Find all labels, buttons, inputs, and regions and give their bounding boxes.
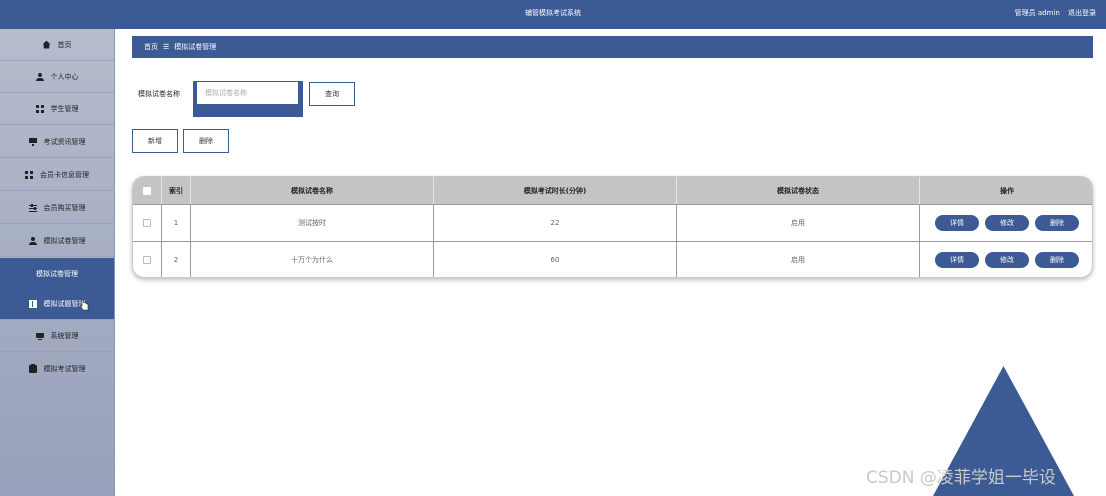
sidebar-item-label: 首页	[57, 40, 72, 49]
row-status: 启用	[677, 242, 920, 277]
row-delete-button[interactable]: 删除	[1035, 215, 1079, 231]
breadcrumb-current: 模拟试卷管理	[174, 43, 217, 51]
detail-button[interactable]: 详情	[935, 215, 979, 231]
sidebar-item-member-purchase[interactable]: 会员购买管理	[0, 192, 114, 224]
detail-button[interactable]: 详情	[935, 252, 979, 268]
monitor-icon	[28, 137, 37, 146]
search-input[interactable]	[197, 82, 298, 104]
row-checkbox[interactable]	[143, 219, 151, 227]
sidebar-item-mock-paper[interactable]: 模拟试卷管理	[0, 225, 114, 257]
user-area: 管理员 admin 退出登录	[1009, 8, 1096, 18]
row-actions: 详情 修改 删除	[920, 242, 1092, 277]
delete-button[interactable]: 删除	[183, 129, 229, 153]
row-delete-button[interactable]: 删除	[1035, 252, 1079, 268]
row-select-cell	[133, 242, 162, 277]
row-duration: 22	[434, 205, 677, 241]
sidebar-item-label: 会员购买管理	[43, 203, 86, 212]
header-index: 索引	[162, 177, 191, 204]
row-index: 2	[162, 242, 191, 277]
header-operations: 操作	[1000, 186, 1014, 195]
sidebar-item-label: 模拟试卷管理	[43, 236, 86, 245]
clipboard-icon	[28, 363, 37, 373]
breadcrumb-home[interactable]: 首页	[144, 42, 158, 52]
row-duration: 60	[434, 242, 677, 277]
logout-link[interactable]: 退出登录	[1068, 9, 1096, 17]
sidebar-subitem-mock-paper[interactable]: 模拟试卷管理	[0, 258, 114, 290]
sidebar-item-label: 会员卡信息管理	[40, 170, 89, 179]
row-index: 1	[162, 205, 191, 241]
row-actions: 详情 修改 删除	[920, 205, 1092, 241]
header-paper-name: 模拟试卷名称	[191, 177, 434, 204]
sidebar-item-member-card[interactable]: 会员卡信息管理	[0, 159, 114, 191]
sidebar-item-exam-news[interactable]: 考试资讯管理	[0, 126, 114, 158]
table-row: 2 十万个为什么 60 启用 详情 修改 删除	[133, 241, 1092, 277]
sidebar-item-label: 模拟试卷管理	[36, 270, 78, 278]
sidebar-item-label: 个人中心	[50, 72, 79, 81]
app-title: 辅管模拟考试系统	[525, 9, 581, 17]
query-button[interactable]: 查询	[309, 82, 355, 106]
system-icon	[35, 332, 44, 340]
table-header: 索引 模拟试卷名称 模拟考试时长(分钟) 模拟试卷状态 操作	[133, 177, 1092, 204]
row-status: 启用	[677, 205, 920, 241]
sidebar-item-home[interactable]: 首页	[0, 29, 114, 61]
breadcrumb-separator-icon: ☰	[163, 43, 170, 51]
sidebar: 首页 个人中心 学生管理 考试资讯管理 会员卡信息管理 会员购买管理 模拟试卷管…	[0, 29, 115, 496]
sidebar-item-label: 模拟考试管理	[43, 364, 86, 373]
current-user: 管理员 admin	[1014, 9, 1060, 17]
sidebar-item-mock-questions[interactable]: 模拟试题管理	[0, 288, 114, 320]
grid-icon	[35, 104, 44, 113]
header-status: 模拟试卷状态	[677, 177, 920, 204]
hand-cursor-icon	[80, 299, 89, 311]
home-icon	[42, 40, 51, 49]
sidebar-item-mock-exam[interactable]: 模拟考试管理	[0, 353, 114, 385]
book-icon	[28, 299, 37, 308]
edit-button[interactable]: 修改	[985, 215, 1029, 231]
add-button[interactable]: 新增	[132, 129, 178, 153]
select-all-checkbox[interactable]	[143, 186, 151, 195]
search-label: 模拟试卷名称	[138, 90, 180, 98]
breadcrumb: 首页 ☰ 模拟试卷管理	[132, 36, 1093, 58]
row-select-cell	[133, 205, 162, 241]
sidebar-item-label: 系统管理	[50, 331, 79, 340]
sidebar-item-label: 学生管理	[50, 104, 79, 113]
sliders-icon	[28, 203, 37, 212]
sidebar-item-students[interactable]: 学生管理	[0, 93, 114, 125]
top-bar: 辅管模拟考试系统 管理员 admin 退出登录	[0, 0, 1106, 29]
sidebar-item-system[interactable]: 系统管理	[0, 320, 114, 352]
data-table: 索引 模拟试卷名称 模拟考试时长(分钟) 模拟试卷状态 操作 1 测试按时 22…	[132, 176, 1093, 278]
edit-button[interactable]: 修改	[985, 252, 1029, 268]
row-checkbox[interactable]	[143, 256, 151, 264]
user-icon	[35, 72, 44, 81]
sidebar-item-personal-center[interactable]: 个人中心	[0, 61, 114, 93]
table-row: 1 测试按时 22 启用 详情 修改 删除	[133, 204, 1092, 241]
watermark: CSDN @凌菲学姐一毕设	[866, 468, 1056, 488]
sidebar-item-label: 考试资讯管理	[43, 137, 86, 146]
header-duration: 模拟考试时长(分钟)	[434, 177, 677, 204]
user-icon	[28, 236, 37, 245]
row-paper-name: 测试按时	[191, 205, 434, 241]
row-paper-name: 十万个为什么	[191, 242, 434, 277]
header-select-all	[133, 177, 162, 204]
grid-icon	[25, 170, 33, 179]
